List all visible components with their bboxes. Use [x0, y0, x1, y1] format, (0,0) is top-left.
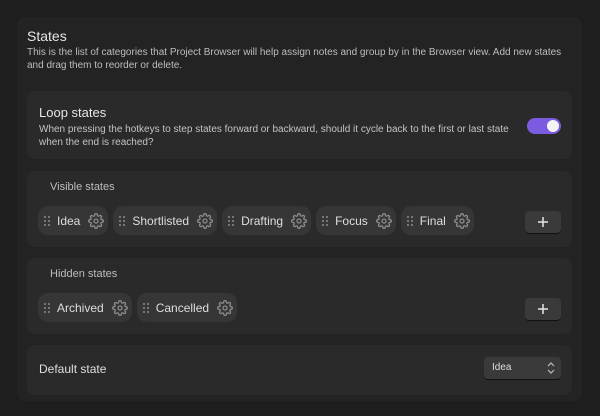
- state-chip-label: Focus: [335, 213, 368, 228]
- visible-states-list: Idea Shortlisted Drafting Focus Final: [38, 206, 474, 235]
- up-down-chevron-icon: [547, 362, 555, 374]
- default-state-label: Default state: [39, 362, 107, 376]
- add-hidden-state-button[interactable]: [525, 298, 561, 320]
- gear-icon[interactable]: [197, 212, 213, 229]
- default-state-card: Default state Idea: [27, 345, 572, 395]
- visible-states-title: Visible states: [50, 181, 115, 193]
- drag-handle-icon[interactable]: [44, 215, 50, 226]
- state-chip-label: Shortlisted: [132, 213, 190, 228]
- state-chip-label: Archived: [57, 300, 104, 315]
- loop-states-title: Loop states: [39, 105, 107, 120]
- gear-icon[interactable]: [375, 212, 392, 229]
- state-chip-drafting[interactable]: Drafting: [222, 206, 312, 235]
- visible-states-card: Visible states Idea Shortlisted Drafting…: [27, 171, 572, 247]
- plus-icon: [538, 217, 548, 227]
- state-chip-shortlisted[interactable]: Shortlisted: [113, 206, 218, 235]
- toggle-knob: [547, 120, 559, 132]
- state-chip-final[interactable]: Final: [400, 206, 474, 235]
- gear-icon[interactable]: [88, 212, 105, 229]
- gear-icon[interactable]: [291, 212, 308, 229]
- hidden-states-title: Hidden states: [50, 268, 118, 280]
- drag-handle-icon[interactable]: [406, 215, 413, 226]
- state-chip-label: Cancelled: [155, 300, 210, 315]
- loop-states-description: When pressing the hotkeys to step states…: [39, 124, 509, 148]
- gear-icon[interactable]: [453, 212, 470, 229]
- loop-states-toggle[interactable]: [527, 118, 561, 134]
- section-title: States: [27, 28, 67, 44]
- drag-handle-icon[interactable]: [142, 302, 149, 313]
- gear-icon[interactable]: [217, 299, 233, 316]
- drag-handle-icon[interactable]: [322, 215, 329, 226]
- state-chip-label: Drafting: [241, 213, 284, 228]
- default-state-value: Idea: [492, 362, 512, 373]
- state-chip-archived[interactable]: Archived: [38, 293, 132, 322]
- hidden-states-list: Archived Cancelled: [38, 293, 238, 322]
- section-description: This is the list of categories that Proj…: [27, 47, 562, 71]
- default-state-select[interactable]: Idea: [484, 357, 561, 379]
- drag-handle-icon[interactable]: [228, 215, 235, 226]
- states-settings-panel: States This is the list of categories th…: [17, 17, 582, 401]
- state-chip-focus[interactable]: Focus: [316, 206, 396, 235]
- loop-states-card: Loop states When pressing the hotkeys to…: [27, 91, 572, 159]
- state-chip-cancelled[interactable]: Cancelled: [136, 293, 238, 322]
- state-chip-label: Final: [419, 213, 446, 228]
- hidden-states-card: Hidden states Archived Cancelled: [27, 258, 572, 334]
- gear-icon[interactable]: [111, 299, 128, 316]
- drag-handle-icon[interactable]: [44, 302, 50, 313]
- drag-handle-icon[interactable]: [119, 215, 126, 226]
- state-chip-idea[interactable]: Idea: [38, 206, 109, 235]
- add-visible-state-button[interactable]: [525, 211, 561, 233]
- plus-icon: [538, 304, 548, 314]
- state-chip-label: Idea: [57, 213, 81, 228]
